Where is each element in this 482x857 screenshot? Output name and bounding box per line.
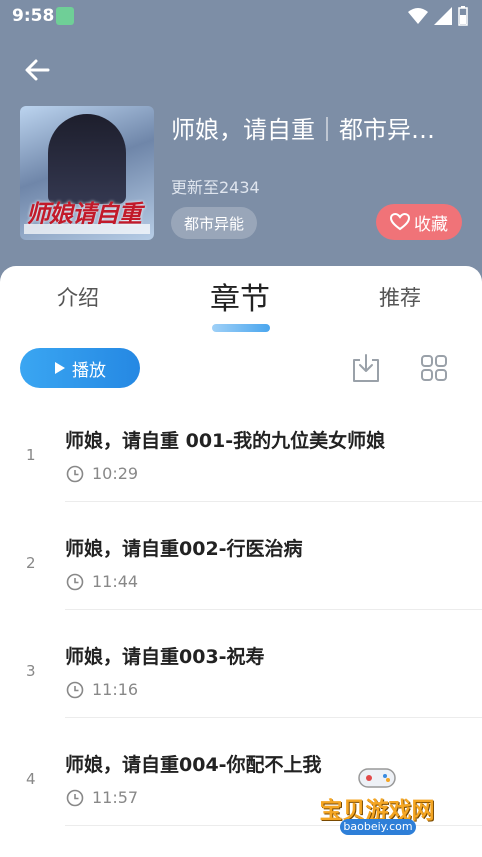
- status-icons: [408, 6, 468, 26]
- chapter-title: 师娘，请自重002-行医治病: [65, 538, 303, 560]
- chapter-number: 1: [26, 446, 36, 464]
- chapter-number: 3: [26, 662, 36, 680]
- clock-icon: [66, 465, 84, 483]
- heart-icon: [390, 213, 410, 231]
- gamepad-icon: [358, 768, 396, 788]
- chapter-row[interactable]: 3 师娘，请自重003-祝寿 11:16: [0, 610, 482, 718]
- app-notification-icon: [56, 7, 74, 25]
- tab-recommend[interactable]: 推荐: [379, 282, 421, 312]
- play-button[interactable]: 播放: [20, 348, 140, 388]
- site-watermark: 宝贝游戏网 baobeiy.com: [306, 763, 448, 845]
- chapter-row[interactable]: 1 师娘，请自重 001-我的九位美女师娘 10:29: [0, 394, 482, 502]
- battery-icon: [458, 6, 468, 26]
- status-bar: 9:58: [0, 0, 482, 32]
- chapter-number: 4: [26, 770, 36, 788]
- cover-credits-strip: [24, 224, 150, 234]
- signal-icon: [434, 7, 452, 25]
- chapter-title: 师娘，请自重003-祝寿: [65, 646, 265, 668]
- chapter-list: 1 师娘，请自重 001-我的九位美女师娘 10:29 2 师娘，请自重002-…: [0, 394, 482, 826]
- grid-view-button[interactable]: [420, 354, 448, 382]
- cover-illustration: [48, 114, 126, 204]
- update-status: 更新至2434: [171, 178, 260, 197]
- chapter-title: 师娘，请自重 001-我的九位美女师娘: [65, 430, 386, 452]
- play-label: 播放: [72, 360, 106, 381]
- watermark-url: baobeiy.com: [340, 819, 416, 835]
- back-arrow-icon: [25, 59, 50, 81]
- genre-tag[interactable]: 都市异能: [171, 207, 257, 239]
- active-tab-indicator: [212, 324, 270, 332]
- chapter-duration: 11:57: [92, 788, 139, 807]
- chapter-duration: 11:16: [92, 680, 139, 699]
- favorite-button[interactable]: 收藏: [376, 204, 462, 240]
- clock-icon: [66, 789, 84, 807]
- clock-icon: [66, 681, 84, 699]
- chapter-row[interactable]: 2 师娘，请自重002-行医治病 11:44: [0, 502, 482, 610]
- chapter-title: 师娘，请自重004-你配不上我: [65, 754, 322, 776]
- grid-icon: [421, 355, 447, 381]
- back-button[interactable]: [22, 56, 54, 84]
- download-button[interactable]: [350, 352, 382, 384]
- clock-icon: [66, 573, 84, 591]
- wifi-icon: [408, 8, 428, 24]
- tab-chapters[interactable]: 章节: [210, 274, 270, 318]
- chapter-number: 2: [26, 554, 36, 572]
- favorite-label: 收藏: [414, 214, 448, 235]
- book-title: 师娘，请自重｜都市异…: [171, 116, 435, 144]
- status-time: 9:58: [12, 6, 55, 26]
- play-icon: [55, 362, 65, 374]
- book-cover: 师娘请自重: [20, 106, 154, 240]
- download-icon: [353, 354, 379, 382]
- chapter-duration: 10:29: [92, 464, 139, 483]
- chapter-duration: 11:44: [92, 572, 139, 591]
- tab-intro[interactable]: 介绍: [57, 282, 99, 312]
